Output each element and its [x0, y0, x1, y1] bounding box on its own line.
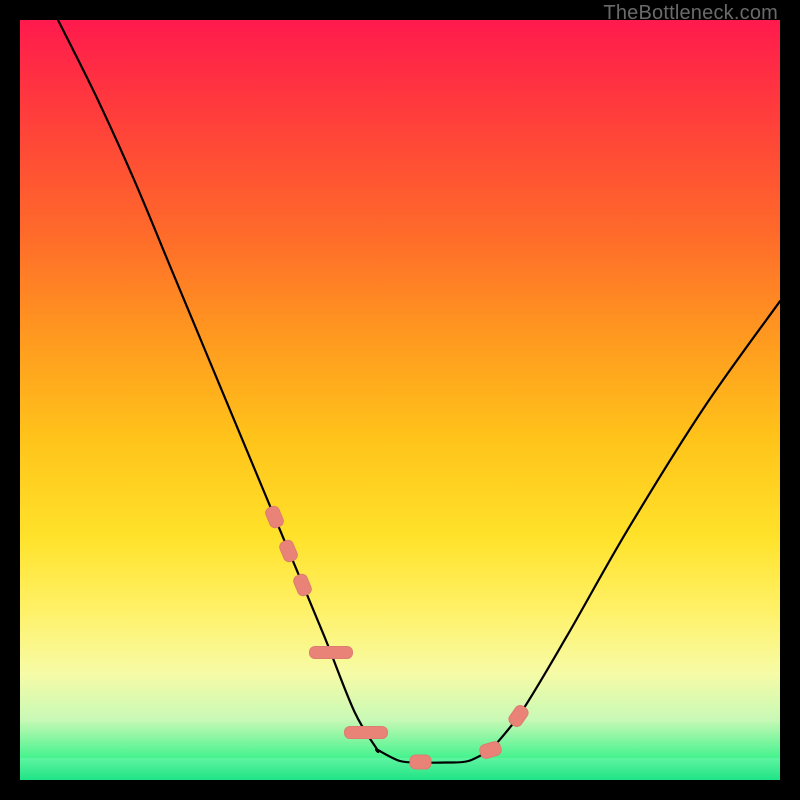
- curve-marker: [478, 739, 503, 760]
- curve-marker: [292, 572, 314, 598]
- chart-frame: TheBottleneck.com: [0, 0, 800, 800]
- curve-marker: [309, 646, 353, 659]
- curve-markers: [20, 20, 780, 780]
- curve-marker: [409, 755, 431, 770]
- curve-marker: [278, 538, 300, 564]
- curve-marker: [344, 726, 388, 739]
- plot-area: [20, 20, 780, 780]
- curve-marker: [506, 703, 531, 730]
- source-attribution: TheBottleneck.com: [603, 2, 778, 25]
- curve-marker: [263, 504, 285, 530]
